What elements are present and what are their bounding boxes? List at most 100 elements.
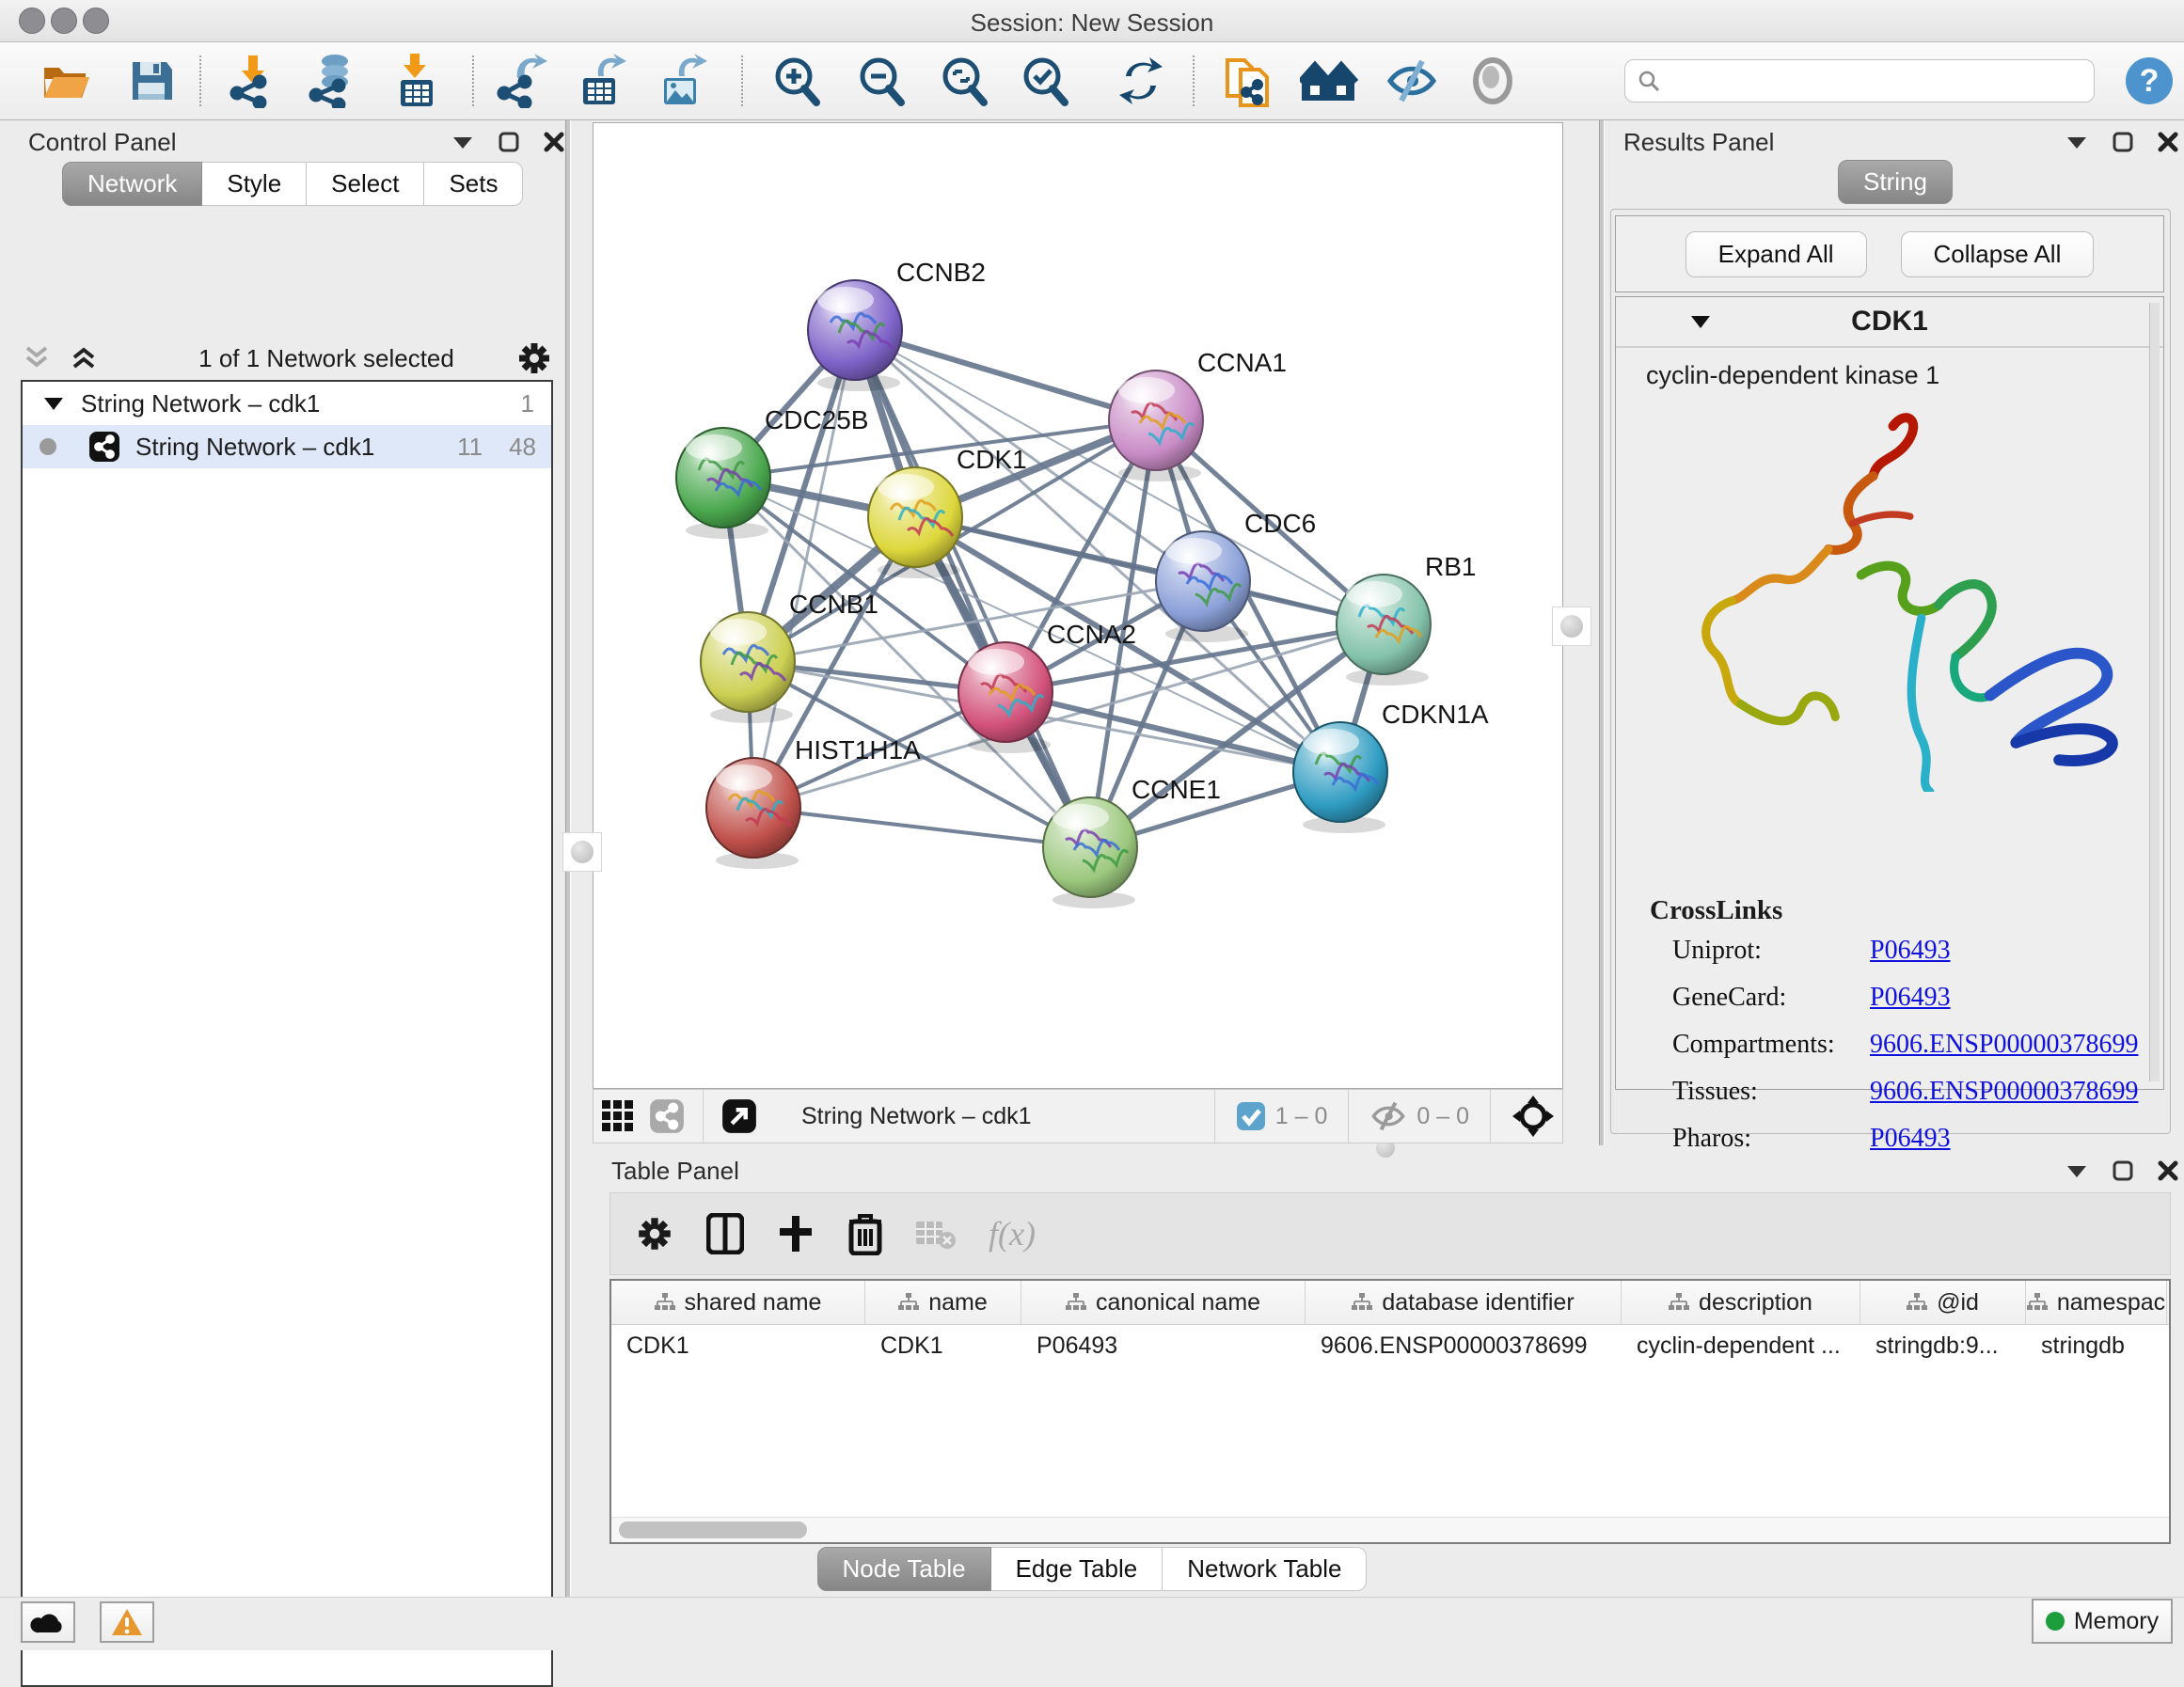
panel-float-icon[interactable] — [2113, 1160, 2133, 1181]
birdseye-grid-button[interactable] — [593, 1092, 642, 1141]
export-network-button[interactable] — [493, 52, 551, 110]
network-canvas[interactable]: CCNB2CCNA1CDC25BCDK1CDC6RB1CCNB1CCNA2CDK… — [593, 122, 1563, 1089]
network-node-HIST1H1A[interactable]: HIST1H1A — [706, 735, 921, 869]
string-import-button[interactable] — [1219, 52, 1277, 110]
tab-sets[interactable]: Sets — [424, 162, 523, 206]
zoom-in-button[interactable] — [768, 52, 826, 110]
network-tree-root-row[interactable]: String Network – cdk1 1 — [23, 382, 551, 425]
tab-edge-table[interactable]: Edge Table — [991, 1547, 1163, 1591]
network-node-CCNB1[interactable]: CCNB1 — [701, 590, 878, 723]
column-header-shared-name[interactable]: shared name — [611, 1281, 865, 1324]
title-bar: Session: New Session — [0, 0, 2184, 42]
expand-all-icon[interactable] — [68, 345, 100, 371]
help-button[interactable]: ? — [2120, 52, 2178, 110]
open-session-button[interactable] — [38, 52, 96, 110]
hide-unhide-button[interactable] — [1383, 52, 1441, 110]
panel-close-icon[interactable] — [2158, 1160, 2178, 1181]
tab-network[interactable]: Network — [62, 162, 202, 206]
import-network-database-button[interactable] — [303, 52, 361, 110]
network-tree-child-row[interactable]: String Network – cdk1 11 48 — [23, 425, 551, 468]
network-node-CDKN1A[interactable]: CDKN1A — [1293, 700, 1489, 833]
zoom-out-button[interactable] — [852, 52, 910, 110]
column-header-description[interactable]: description — [1622, 1281, 1860, 1324]
panel-close-icon[interactable] — [544, 132, 564, 152]
table-cell: CDK1 — [611, 1325, 865, 1366]
home-networks-button[interactable] — [1300, 52, 1358, 110]
protein-structure-image — [1644, 387, 2133, 792]
tree-collapse-triangle-icon[interactable] — [43, 396, 64, 411]
fit-content-crosshair-icon[interactable] — [1511, 1095, 1555, 1138]
open-in-window-button[interactable] — [715, 1092, 764, 1141]
tab-network-table[interactable]: Network Table — [1163, 1547, 1367, 1591]
apply-layout-button[interactable] — [1112, 52, 1170, 110]
network-node-CDC6[interactable]: CDC6 — [1156, 509, 1316, 642]
network-node-CCNB2[interactable]: CCNB2 — [808, 258, 986, 391]
crosslink-link[interactable]: 9606.ENSP00000378699 — [1870, 1030, 2138, 1060]
column-header-name[interactable]: name — [865, 1281, 1021, 1324]
network-node-CCNA1[interactable]: CCNA1 — [1109, 348, 1287, 481]
eye-inactive-button[interactable] — [1464, 52, 1522, 110]
crosslink-row: Uniprot:P06493 — [1672, 936, 2158, 966]
panel-close-icon[interactable] — [2158, 132, 2178, 152]
add-column-icon[interactable] — [776, 1214, 815, 1253]
search-input[interactable] — [1661, 67, 2069, 95]
string-network-graph[interactable]: CCNB2CCNA1CDC25BCDK1CDC6RB1CCNB1CCNA2CDK… — [593, 123, 1562, 1088]
delete-column-icon[interactable] — [847, 1212, 883, 1255]
import-network-file-button[interactable] — [224, 52, 282, 110]
crosslink-link[interactable]: P06493 — [1870, 936, 1951, 966]
right-splitter-handle[interactable] — [1552, 607, 1591, 646]
tab-style[interactable]: Style — [202, 162, 307, 206]
results-scrollbar[interactable] — [2149, 303, 2160, 1081]
toolbar-separator — [1193, 55, 1195, 106]
protein-card-header[interactable]: CDK1 — [1616, 297, 2163, 348]
memory-button[interactable]: Memory — [2032, 1599, 2173, 1644]
cloud-status-button[interactable] — [21, 1601, 75, 1643]
column-header-canonical-name[interactable]: canonical name — [1021, 1281, 1306, 1324]
network-badge-button[interactable] — [642, 1092, 691, 1141]
node-table[interactable]: shared namenamecanonical namedatabase id… — [609, 1279, 2171, 1544]
tab-node-table[interactable]: Node Table — [817, 1547, 991, 1591]
collapse-triangle-icon[interactable] — [1689, 313, 1712, 330]
show-columns-icon[interactable] — [706, 1213, 744, 1254]
column-header-database-identifier[interactable]: database identifier — [1306, 1281, 1622, 1324]
collapse-all-icon[interactable] — [21, 345, 53, 371]
crosslink-link[interactable]: P06493 — [1870, 983, 1951, 1013]
panel-menu-icon[interactable] — [2065, 134, 2088, 150]
left-splitter-handle[interactable] — [562, 832, 602, 872]
hidden-eye-slash-icon[interactable] — [1369, 1100, 1407, 1132]
panel-float-icon[interactable] — [499, 132, 519, 152]
network-edge-HIST1H1A-CCNE1[interactable] — [753, 808, 1090, 847]
collapse-all-button[interactable]: Collapse All — [1901, 231, 2095, 277]
network-node-CCNE1[interactable]: CCNE1 — [1043, 775, 1221, 908]
export-image-icon — [657, 54, 707, 108]
crosslink-link[interactable]: 9606.ENSP00000378699 — [1870, 1077, 2138, 1107]
table-horizontal-scrollbar[interactable] — [611, 1517, 2169, 1542]
column-header--id[interactable]: @id — [1860, 1281, 2026, 1324]
network-node-RB1[interactable]: RB1 — [1337, 552, 1476, 686]
network-options-gear-icon[interactable] — [515, 339, 553, 377]
panel-menu-icon[interactable] — [451, 134, 474, 150]
tab-select[interactable]: Select — [307, 162, 424, 206]
crosslink-row: Tissues:9606.ENSP00000378699 — [1672, 1077, 2158, 1107]
zoom-fit-button[interactable] — [935, 52, 993, 110]
export-table-button[interactable] — [572, 52, 630, 110]
status-bar — [0, 1597, 2184, 1650]
expand-all-button[interactable]: Expand All — [1685, 231, 1867, 277]
warnings-button[interactable] — [100, 1601, 154, 1643]
toolbar-search — [1624, 59, 2095, 102]
column-header-namespac[interactable]: namespac — [2026, 1281, 2167, 1324]
network-edge-CCNB2-CCNE1[interactable] — [855, 330, 1090, 847]
table-options-gear-icon[interactable] — [635, 1214, 674, 1253]
node-label-CCNB2: CCNB2 — [896, 258, 986, 287]
panel-menu-icon[interactable] — [2065, 1162, 2088, 1179]
scrollbar-thumb[interactable] — [619, 1521, 807, 1538]
zoom-selected-button[interactable] — [1016, 52, 1074, 110]
table-row[interactable]: CDK1CDK1P064939606.ENSP00000378699cyclin… — [611, 1325, 2169, 1366]
node-label-CCNA2: CCNA2 — [1047, 620, 1136, 649]
tab-string[interactable]: String — [1838, 160, 1953, 204]
export-image-button[interactable] — [653, 52, 711, 110]
save-session-button[interactable] — [122, 52, 181, 110]
selected-checkbox-icon[interactable] — [1236, 1101, 1266, 1131]
import-table-file-button[interactable] — [388, 52, 446, 110]
panel-float-icon[interactable] — [2113, 132, 2133, 152]
